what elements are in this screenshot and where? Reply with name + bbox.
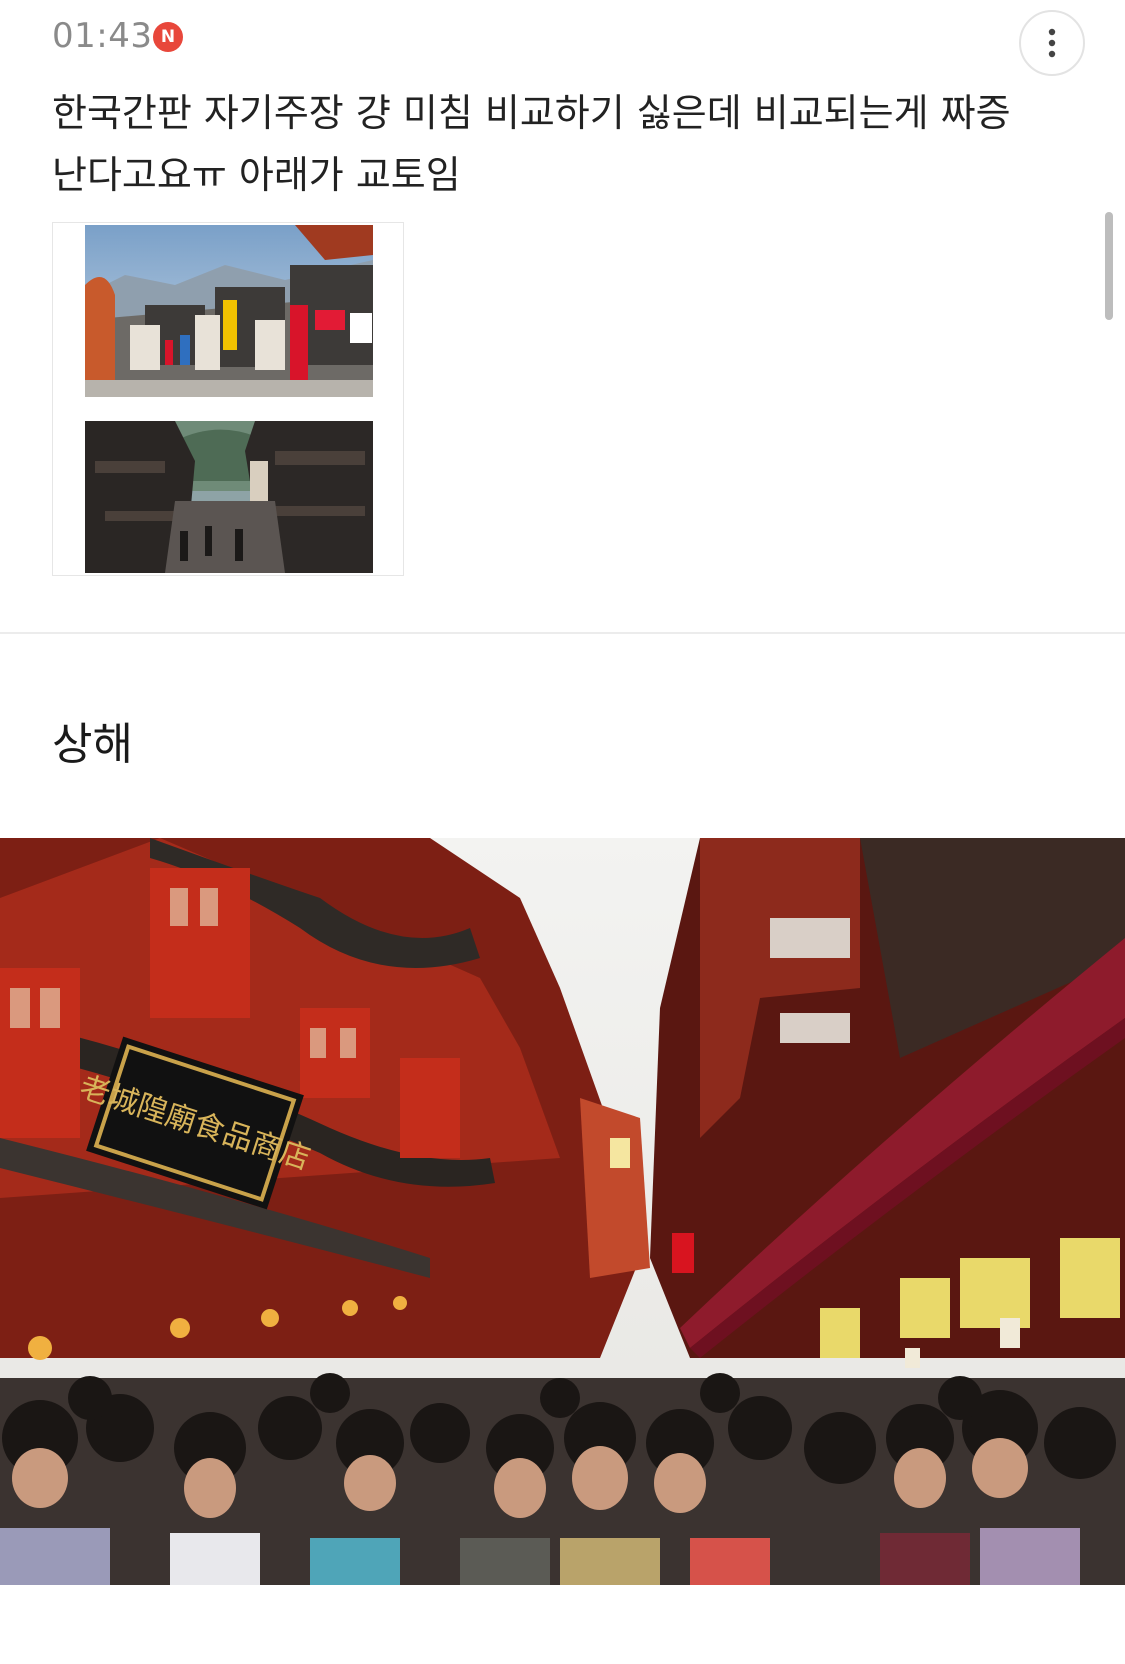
scrollbar[interactable] [1105,212,1113,320]
new-badge: N [153,22,183,52]
kyoto-street-thumbnail[interactable] [85,421,373,573]
post-title: 한국간판 자기주장 걍 미침 비교하기 싫은데 비교되는게 짜증난다고요ㅠ 아래… [52,91,1011,197]
shanghai-street-photo[interactable]: 老城隍廟食品商店 [0,838,1125,1585]
post-timestamp: 01:43 [52,16,153,56]
section-heading: 상해 [52,719,133,770]
korean-street-signs-thumbnail[interactable] [85,225,373,397]
more-vertical-icon [1048,28,1056,58]
thumbnail-comparison-card[interactable] [52,222,404,576]
section-divider [0,632,1125,634]
more-options-button[interactable] [1019,10,1085,76]
